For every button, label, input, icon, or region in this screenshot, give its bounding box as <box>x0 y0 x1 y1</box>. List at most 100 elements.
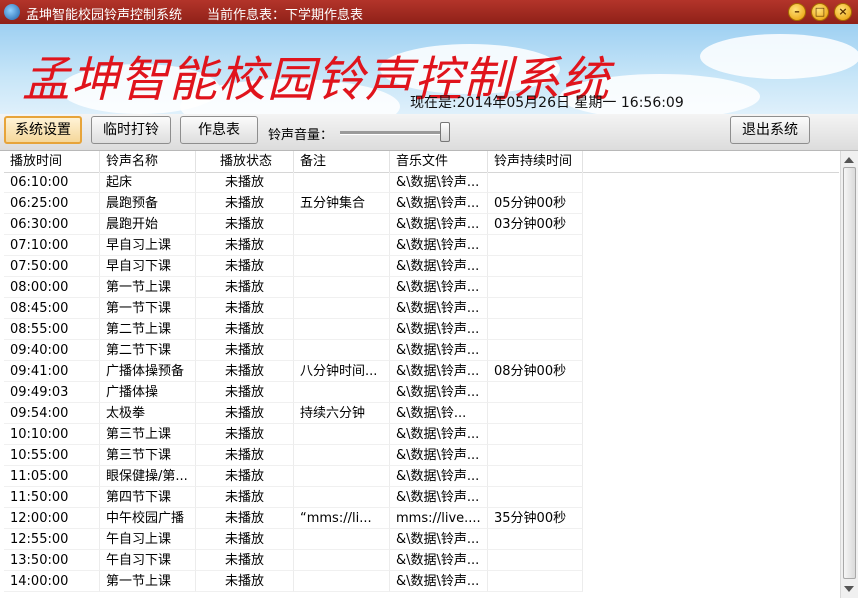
table-cell: 未播放 <box>196 319 294 340</box>
table-cell <box>488 256 583 277</box>
table-row[interactable]: 09:40:00 第二节下课 未播放 &\数据\铃声... <box>4 340 839 361</box>
table-cell: 未播放 <box>196 361 294 382</box>
table-header: 播放时间 铃声名称 播放状态 备注 音乐文件 铃声持续时间 <box>4 151 839 173</box>
table-cell: 未播放 <box>196 298 294 319</box>
table-cell: 未播放 <box>196 424 294 445</box>
table-row[interactable]: 06:30:00 晨跑开始 未播放 &\数据\铃声... 03分钟00秒 <box>4 214 839 235</box>
table-cell <box>294 424 390 445</box>
table-row[interactable]: 12:55:00 午自习上课 未播放 &\数据\铃声... <box>4 529 839 550</box>
table-cell: 07:10:00 <box>4 235 100 256</box>
close-button[interactable]: × <box>834 3 852 21</box>
table-cell <box>294 445 390 466</box>
table-cell <box>294 172 390 193</box>
table-row[interactable]: 10:55:00 第三节下课 未播放 &\数据\铃声... <box>4 445 839 466</box>
exit-button[interactable]: 退出系统 <box>730 116 810 144</box>
minimize-button[interactable]: – <box>788 3 806 21</box>
table-cell: 第三节下课 <box>100 445 196 466</box>
table-row[interactable]: 09:41:00 广播体操预备 未播放 八分钟时间... &\数据\铃声... 08分钟0… <box>4 361 839 382</box>
table-cell <box>488 298 583 319</box>
table-cell: 12:00:00 <box>4 508 100 529</box>
table-row[interactable]: 11:50:00 第四节下课 未播放 &\数据\铃声... <box>4 487 839 508</box>
table-row[interactable]: 08:00:00 第一节上课 未播放 &\数据\铃声... <box>4 277 839 298</box>
vertical-scrollbar[interactable] <box>840 151 858 598</box>
window-title: 孟坤智能校园铃声控制系统 <box>26 8 183 23</box>
scroll-down-icon[interactable] <box>844 586 854 592</box>
table-cell: 五分钟集合 <box>294 193 390 214</box>
table-cell: 第二节下课 <box>100 340 196 361</box>
table-cell: 14:00:00 <box>4 571 100 592</box>
table-cell: 08分钟00秒 <box>488 361 583 382</box>
table-cell: &\数据\铃声... <box>390 550 488 571</box>
volume-label: 铃声音量： <box>268 128 334 143</box>
temp-ring-button[interactable]: 临时打铃 <box>91 116 171 144</box>
table-row[interactable]: 13:50:00 午自习下课 未播放 &\数据\铃声... <box>4 550 839 571</box>
scrollbar-thumb[interactable] <box>843 167 856 579</box>
system-settings-button[interactable]: 系统设置 <box>4 116 82 144</box>
scroll-up-icon[interactable] <box>844 157 854 163</box>
schedule-table: 播放时间 铃声名称 播放状态 备注 音乐文件 铃声持续时间 06:10:00 起床… <box>4 151 839 598</box>
table-cell <box>488 550 583 571</box>
table-cell: 未播放 <box>196 571 294 592</box>
table-cell: &\数据\铃声... <box>390 382 488 403</box>
table-cell: 未播放 <box>196 340 294 361</box>
volume-slider-thumb[interactable] <box>439 122 450 142</box>
table-cell: “mms://li... <box>294 508 390 529</box>
table-cell <box>294 340 390 361</box>
table-cell: 10:55:00 <box>4 445 100 466</box>
table-row[interactable]: 12:00:00 中午校园广播 未播放 “mms://li... mms://live.… <box>4 508 839 529</box>
table-cell: 未播放 <box>196 214 294 235</box>
table-cell <box>488 466 583 487</box>
table-cell: 持续六分钟 <box>294 403 390 424</box>
table-cell <box>488 487 583 508</box>
table-row[interactable]: 11:05:00 眼保健操/第... 未播放 &\数据\铃声... <box>4 466 839 487</box>
app-icon <box>4 4 20 20</box>
table-cell: 眼保健操/第... <box>100 466 196 487</box>
table-row[interactable]: 10:10:00 第三节上课 未播放 &\数据\铃声... <box>4 424 839 445</box>
table-row[interactable]: 06:10:00 起床 未播放 &\数据\铃声... <box>4 172 839 193</box>
table-row[interactable]: 08:55:00 第二节上课 未播放 &\数据\铃声... <box>4 319 839 340</box>
table-cell <box>488 382 583 403</box>
table-cell: 午自习下课 <box>100 550 196 571</box>
schedule-button[interactable]: 作息表 <box>180 116 258 144</box>
table-cell: 10:10:00 <box>4 424 100 445</box>
table-cell <box>488 571 583 592</box>
table-cell: 35分钟00秒 <box>488 508 583 529</box>
table-cell <box>488 403 583 424</box>
table-cell <box>294 235 390 256</box>
table-cell <box>294 529 390 550</box>
column-header[interactable]: 播放时间 <box>4 151 100 172</box>
maximize-button[interactable]: □ <box>811 3 829 21</box>
table-cell: &\数据\铃声... <box>390 214 488 235</box>
table-cell: 第一节上课 <box>100 571 196 592</box>
table-cell: 第一节下课 <box>100 298 196 319</box>
column-header[interactable]: 备注 <box>294 151 390 172</box>
table-row[interactable]: 06:25:00 晨跑预备 未播放 五分钟集合 &\数据\铃声... 05分钟00秒 <box>4 193 839 214</box>
table-row[interactable]: 09:54:00 太极拳 未播放 持续六分钟 &\数据\铃... <box>4 403 839 424</box>
table-cell: 未播放 <box>196 445 294 466</box>
table-cell: &\数据\铃声... <box>390 445 488 466</box>
column-header[interactable]: 播放状态 <box>196 151 294 172</box>
toolbar: 系统设置 临时打铃 作息表 铃声音量： 退出系统 <box>0 114 858 151</box>
table-cell: 未播放 <box>196 382 294 403</box>
table-cell: 晨跑开始 <box>100 214 196 235</box>
table-cell: &\数据\铃声... <box>390 172 488 193</box>
table-cell: 13:50:00 <box>4 550 100 571</box>
table-cell: 11:05:00 <box>4 466 100 487</box>
table-row[interactable]: 14:00:00 第一节上课 未播放 &\数据\铃声... <box>4 571 839 592</box>
table-cell <box>294 298 390 319</box>
table-cell: 第四节下课 <box>100 487 196 508</box>
column-header[interactable]: 铃声持续时间 <box>488 151 583 172</box>
column-header[interactable]: 铃声名称 <box>100 151 196 172</box>
table-cell: 06:30:00 <box>4 214 100 235</box>
column-header[interactable]: 音乐文件 <box>390 151 488 172</box>
table-cell: 第三节上课 <box>100 424 196 445</box>
table-row[interactable]: 09:49:03 广播体操 未播放 &\数据\铃声... <box>4 382 839 403</box>
table-row[interactable]: 07:10:00 早自习上课 未播放 &\数据\铃声... <box>4 235 839 256</box>
table-row[interactable]: 08:45:00 第一节下课 未播放 &\数据\铃声... <box>4 298 839 319</box>
table-cell <box>488 172 583 193</box>
volume-slider-track[interactable] <box>340 131 450 135</box>
table-row[interactable]: 07:50:00 早自习下课 未播放 &\数据\铃声... <box>4 256 839 277</box>
table-cell: 07:50:00 <box>4 256 100 277</box>
table-cell: 广播体操预备 <box>100 361 196 382</box>
table-cell: &\数据\铃... <box>390 403 488 424</box>
